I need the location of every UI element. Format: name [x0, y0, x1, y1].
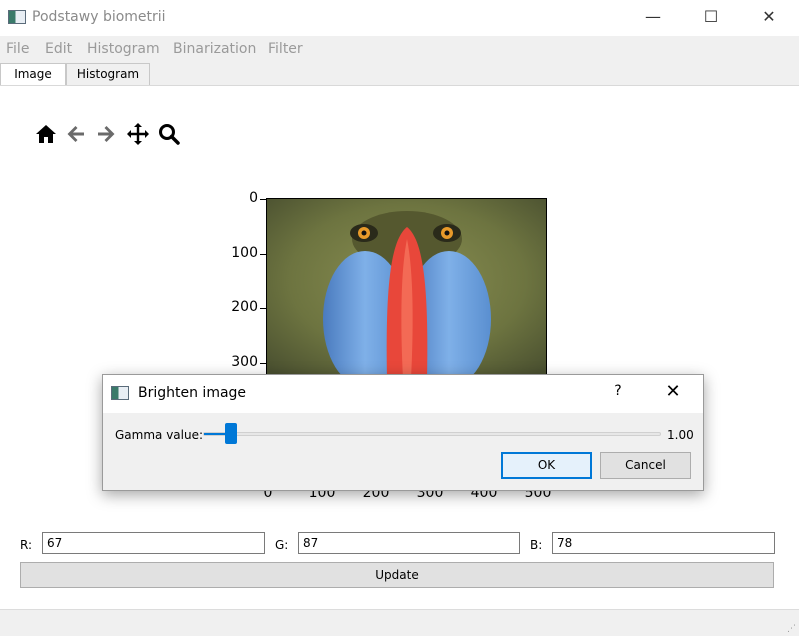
help-button[interactable]: ? [603, 383, 633, 405]
g-label: G: [275, 538, 289, 552]
dialog-title: Brighten image [138, 385, 247, 401]
home-icon[interactable] [34, 122, 58, 146]
menu-filter[interactable]: Filter [268, 41, 303, 57]
r-value-input[interactable]: 67 [42, 532, 265, 554]
brighten-image-dialog: Brighten image ? ✕ Gamma value: 1.00 OK … [102, 374, 704, 491]
tab-histogram[interactable]: Histogram [66, 63, 150, 86]
gamma-value: 1.00 [667, 428, 694, 442]
gamma-slider-fill [204, 433, 227, 435]
menu-file[interactable]: File [6, 41, 29, 57]
y-tick-label: 300 [231, 354, 258, 370]
tab-image[interactable]: Image [0, 63, 66, 87]
dialog-titlebar: Brighten image ? ✕ [103, 375, 703, 413]
y-tick-mark [260, 254, 266, 255]
mandrill-image [266, 198, 547, 378]
app-window-icon [8, 10, 26, 24]
back-arrow-icon[interactable] [64, 122, 88, 146]
g-value-input[interactable]: 87 [298, 532, 520, 554]
tab-bar: Image Histogram [0, 63, 799, 87]
menu-bar: File Edit Histogram Binarization Filter [0, 38, 799, 60]
b-value-input[interactable]: 78 [552, 532, 775, 554]
zoom-magnifier-icon[interactable] [157, 122, 181, 146]
window-title: Podstawy biometrii [32, 9, 166, 25]
menu-histogram[interactable]: Histogram [87, 41, 160, 57]
y-tick-mark [260, 363, 266, 364]
r-label: R: [20, 538, 33, 552]
gamma-slider-thumb[interactable] [225, 423, 238, 444]
gamma-label: Gamma value: [115, 428, 204, 442]
y-tick-mark [260, 199, 266, 200]
menu-edit[interactable]: Edit [45, 41, 72, 57]
b-label: B: [530, 538, 543, 552]
y-tick-label: 0 [249, 190, 258, 206]
status-bar: ⋰ [0, 609, 799, 636]
gamma-slider-track[interactable] [203, 432, 661, 436]
dialog-app-icon [111, 386, 129, 400]
maximize-button[interactable]: ☐ [682, 0, 740, 36]
y-tick-label: 200 [231, 299, 258, 315]
menu-binarization[interactable]: Binarization [173, 41, 256, 57]
y-tick-label: 100 [231, 245, 258, 261]
ok-button[interactable]: OK [501, 452, 592, 479]
dialog-close-button[interactable]: ✕ [658, 381, 688, 407]
y-tick-mark [260, 308, 266, 309]
cancel-button[interactable]: Cancel [600, 452, 691, 479]
window-titlebar: Podstawy biometrii — ☐ ✕ [0, 0, 799, 36]
image-tab-pane: 0 100 200 300 0 100 200 300 400 500 R: 6… [0, 85, 799, 609]
forward-arrow-icon[interactable] [94, 122, 118, 146]
close-button[interactable]: ✕ [740, 0, 798, 36]
update-button[interactable]: Update [20, 562, 774, 588]
minimize-button[interactable]: — [624, 0, 682, 36]
pan-move-icon[interactable] [126, 122, 150, 146]
resize-grip-icon[interactable]: ⋰ [787, 624, 797, 634]
